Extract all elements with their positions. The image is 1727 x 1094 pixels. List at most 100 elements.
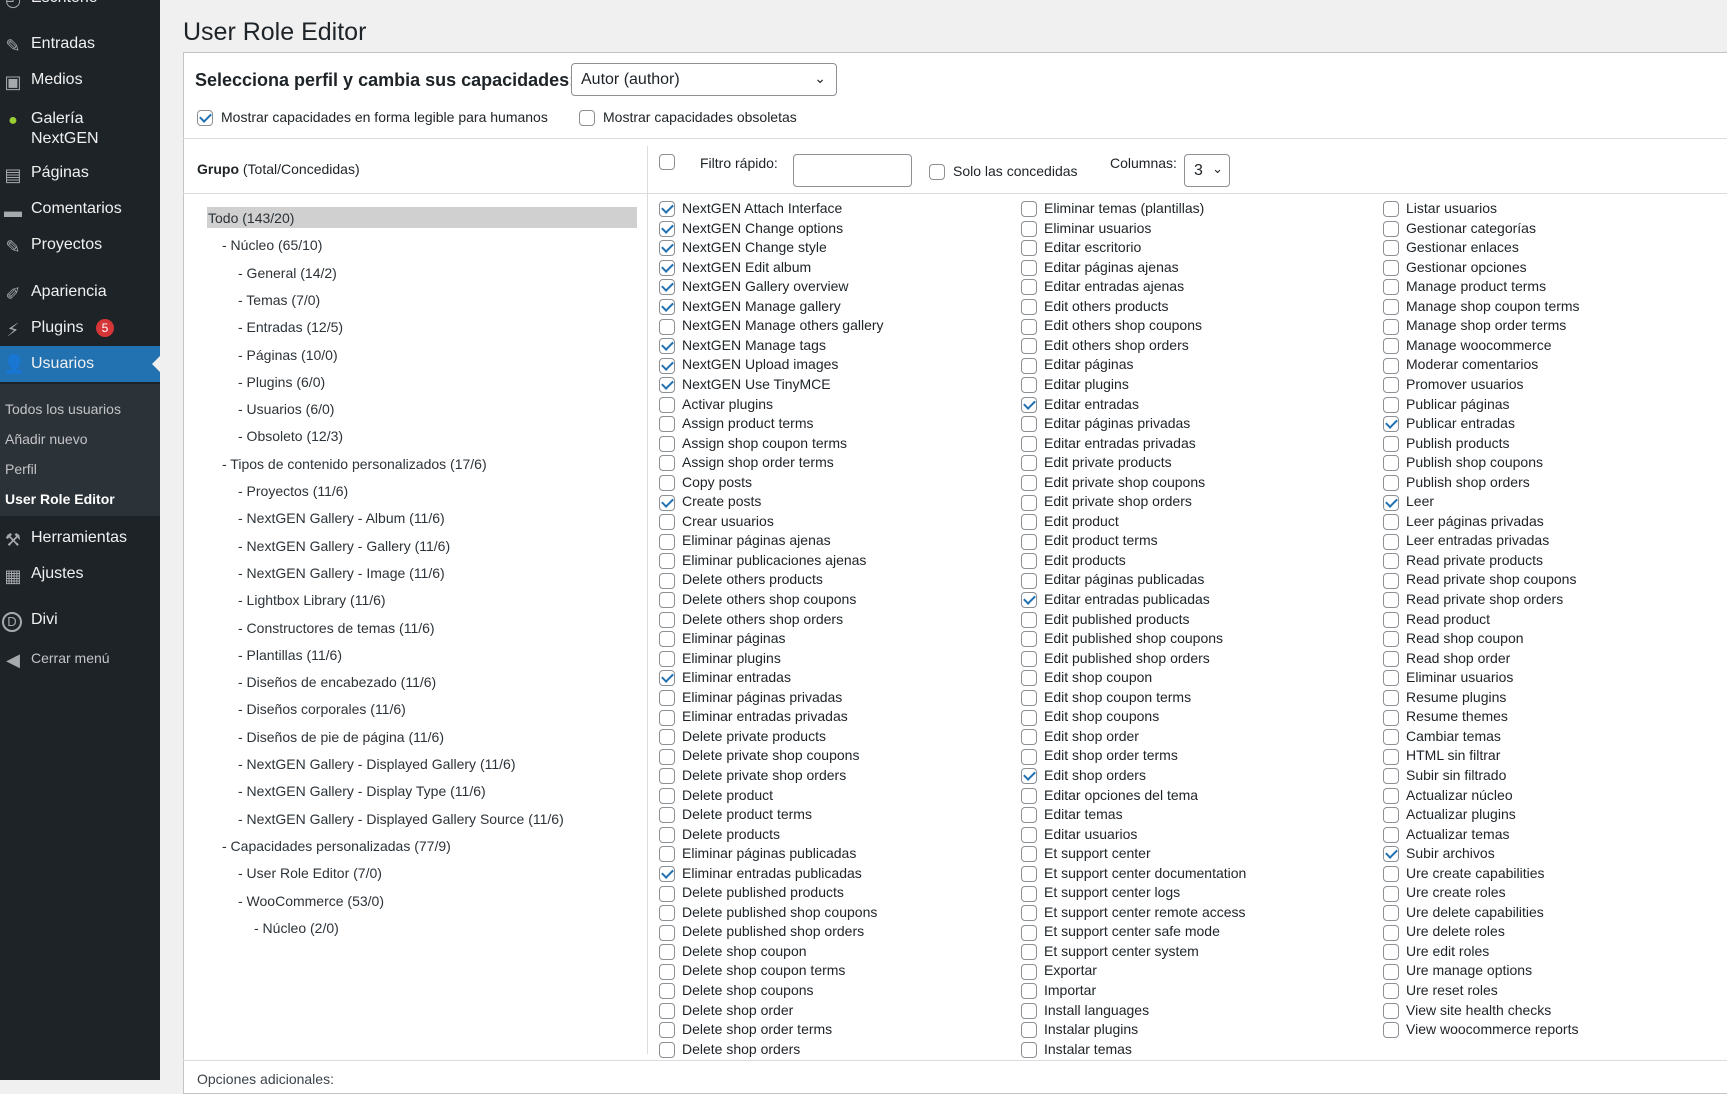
- capability-item[interactable]: NextGEN Manage tags: [659, 336, 826, 355]
- capability-checkbox[interactable]: [659, 748, 675, 765]
- capability-checkbox[interactable]: [659, 709, 675, 726]
- capability-checkbox[interactable]: [1383, 514, 1399, 531]
- role-select[interactable]: Autor (author) ⌄: [571, 63, 837, 96]
- capability-item[interactable]: Editar opciones del tema: [1021, 786, 1198, 804]
- capability-checkbox[interactable]: [1021, 924, 1037, 941]
- group-item[interactable]: Todo (143/20): [208, 209, 294, 227]
- capability-item[interactable]: Publicar entradas: [1383, 414, 1515, 433]
- capability-item[interactable]: Gestionar opciones: [1383, 258, 1527, 276]
- group-item[interactable]: - NextGEN Gallery - Image (11/6): [238, 564, 445, 582]
- capability-item[interactable]: HTML sin filtrar: [1383, 746, 1500, 765]
- capability-item[interactable]: Delete published products: [659, 883, 844, 902]
- group-item[interactable]: - NextGEN Gallery - Displayed Gallery So…: [238, 810, 564, 828]
- group-item[interactable]: - Núcleo (65/10): [222, 236, 322, 254]
- group-item[interactable]: - Proyectos (11/6): [238, 482, 348, 500]
- capability-checkbox[interactable]: [1021, 318, 1037, 335]
- capability-checkbox[interactable]: [1383, 299, 1399, 316]
- capability-item[interactable]: Edit shop coupon terms: [1021, 688, 1191, 707]
- capability-checkbox[interactable]: [659, 592, 675, 609]
- capability-checkbox[interactable]: [659, 377, 675, 394]
- capability-item[interactable]: Editar páginas ajenas: [1021, 258, 1179, 276]
- capability-item[interactable]: Ure edit roles: [1383, 942, 1489, 961]
- capability-checkbox[interactable]: [1021, 963, 1037, 980]
- capability-item[interactable]: Eliminar páginas publicadas: [659, 844, 856, 863]
- capability-checkbox[interactable]: [1021, 377, 1037, 394]
- capability-item[interactable]: Editar entradas: [1021, 395, 1139, 413]
- capability-checkbox[interactable]: [659, 650, 675, 667]
- group-item[interactable]: - Diseños de pie de página (11/6): [238, 728, 444, 746]
- capability-checkbox[interactable]: [659, 670, 675, 687]
- capability-checkbox[interactable]: [1021, 846, 1037, 863]
- capability-item[interactable]: Eliminar entradas privadas: [659, 707, 848, 726]
- columns-select[interactable]: 3 ⌄: [1184, 154, 1230, 187]
- capability-item[interactable]: Edit shop order terms: [1021, 746, 1178, 765]
- capability-item[interactable]: Delete product: [659, 786, 773, 804]
- capability-checkbox[interactable]: [659, 474, 675, 491]
- capability-checkbox[interactable]: [1383, 690, 1399, 707]
- capability-checkbox[interactable]: [659, 905, 675, 922]
- capability-item[interactable]: Delete shop order: [659, 1001, 793, 1019]
- group-item[interactable]: - WooCommerce (53/0): [238, 892, 384, 910]
- capability-checkbox[interactable]: [1383, 416, 1399, 433]
- capability-checkbox[interactable]: [1021, 865, 1037, 882]
- capability-item[interactable]: Manage woocommerce: [1383, 336, 1552, 355]
- capability-checkbox[interactable]: [659, 944, 675, 961]
- granted-only-option[interactable]: Solo las concedidas: [929, 162, 1078, 181]
- capability-checkbox[interactable]: [659, 279, 675, 296]
- capability-checkbox[interactable]: [1021, 690, 1037, 707]
- sidebar-item-divi[interactable]: D Divi: [0, 610, 160, 650]
- capability-checkbox[interactable]: [1383, 905, 1399, 922]
- capability-checkbox[interactable]: [1021, 396, 1037, 413]
- capability-item[interactable]: Et support center documentation: [1021, 864, 1246, 882]
- capability-checkbox[interactable]: [659, 768, 675, 785]
- capability-checkbox[interactable]: [659, 690, 675, 707]
- submenu-item[interactable]: Añadir nuevo: [5, 430, 88, 448]
- capability-item[interactable]: Eliminar entradas: [659, 668, 791, 687]
- capability-item[interactable]: Read private shop orders: [1383, 590, 1563, 609]
- capability-item[interactable]: Editar usuarios: [1021, 825, 1137, 843]
- capability-item[interactable]: Delete product terms: [659, 805, 812, 824]
- capability-checkbox[interactable]: [659, 514, 675, 531]
- capability-checkbox[interactable]: [1021, 748, 1037, 765]
- human-readable-option[interactable]: Mostrar capacidades en forma legible par…: [197, 108, 548, 127]
- capability-checkbox[interactable]: [1383, 396, 1399, 413]
- capability-checkbox[interactable]: [1383, 592, 1399, 609]
- capability-item[interactable]: Ure create roles: [1383, 883, 1506, 902]
- capability-item[interactable]: Delete shop orders: [659, 1040, 800, 1058]
- group-item[interactable]: - NextGEN Gallery - Displayed Gallery (1…: [238, 755, 515, 773]
- capability-item[interactable]: NextGEN Upload images: [659, 355, 838, 374]
- capability-item[interactable]: Edit private products: [1021, 453, 1172, 472]
- group-item[interactable]: - Tipos de contenido personalizados (17/…: [222, 455, 487, 473]
- capability-item[interactable]: NextGEN Attach Interface: [659, 199, 842, 218]
- capability-checkbox[interactable]: [659, 865, 675, 882]
- capability-item[interactable]: NextGEN Use TinyMCE: [659, 375, 831, 394]
- capability-checkbox[interactable]: [1021, 494, 1037, 511]
- capability-item[interactable]: Delete published shop orders: [659, 922, 864, 941]
- capability-checkbox[interactable]: [1383, 963, 1399, 980]
- capability-item[interactable]: NextGEN Edit album: [659, 258, 811, 276]
- capability-item[interactable]: Publish products: [1383, 434, 1510, 452]
- capability-checkbox[interactable]: [1021, 807, 1037, 824]
- capability-checkbox[interactable]: [1383, 553, 1399, 570]
- capability-item[interactable]: Et support center remote access: [1021, 903, 1246, 922]
- capability-checkbox[interactable]: [1383, 865, 1399, 882]
- capability-checkbox[interactable]: [1021, 768, 1037, 785]
- capability-checkbox[interactable]: [1021, 1041, 1037, 1058]
- capability-checkbox[interactable]: [1021, 220, 1037, 237]
- capability-checkbox[interactable]: [1383, 338, 1399, 355]
- capability-checkbox[interactable]: [1021, 357, 1037, 374]
- capability-checkbox[interactable]: [1021, 553, 1037, 570]
- deprecated-option[interactable]: Mostrar capacidades obsoletas: [579, 108, 797, 127]
- capability-item[interactable]: Edit published products: [1021, 610, 1190, 628]
- capability-item[interactable]: Delete others products: [659, 570, 823, 589]
- capability-checkbox[interactable]: [1021, 885, 1037, 902]
- capability-checkbox[interactable]: [659, 611, 675, 628]
- capability-item[interactable]: Manage product terms: [1383, 277, 1546, 296]
- capability-checkbox[interactable]: [659, 826, 675, 843]
- group-item[interactable]: - Diseños corporales (11/6): [238, 700, 406, 718]
- capability-item[interactable]: Eliminar temas (plantillas): [1021, 199, 1204, 218]
- capability-item[interactable]: Ure reset roles: [1383, 981, 1498, 1000]
- capability-checkbox[interactable]: [659, 435, 675, 452]
- capability-item[interactable]: Ure delete capabilities: [1383, 903, 1544, 922]
- capability-item[interactable]: Editar temas: [1021, 805, 1123, 824]
